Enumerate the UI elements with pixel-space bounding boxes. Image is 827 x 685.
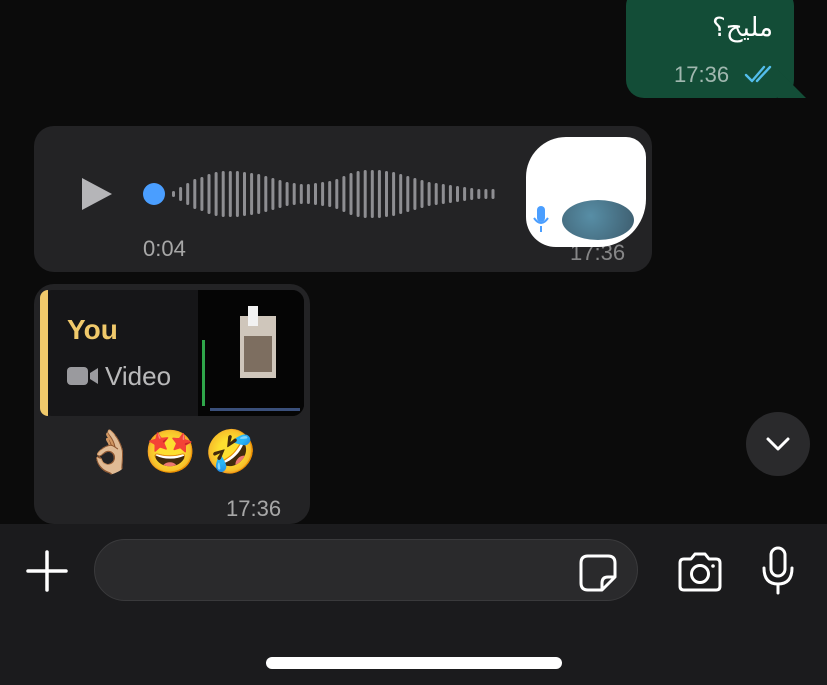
waveform-bar	[299, 184, 303, 204]
waveform-bar	[363, 170, 367, 218]
scroll-to-bottom-button[interactable]	[746, 412, 810, 476]
waveform-bar	[179, 187, 183, 201]
waveform-bar	[285, 182, 289, 206]
waveform-bar	[278, 180, 282, 208]
waveform-bar	[484, 189, 488, 199]
home-indicator[interactable]	[266, 657, 562, 669]
waveform-bar	[306, 184, 310, 204]
message-input[interactable]	[94, 539, 638, 601]
waveform-bar	[392, 172, 396, 216]
waveform-bar	[342, 176, 346, 212]
microphone-icon[interactable]	[760, 546, 796, 596]
waveform-bar	[491, 189, 495, 199]
reply-message-time: 17:36	[226, 496, 282, 521]
quote-accent-bar	[40, 290, 48, 416]
waveform-bar	[456, 186, 459, 202]
waveform-bar	[314, 183, 317, 205]
quoted-sender-name: You	[67, 314, 118, 345]
waveform-bar	[172, 191, 175, 197]
reply-message-text: 👌🏼🤩🤣	[84, 428, 265, 475]
quoted-message-type: Video	[105, 361, 172, 391]
waveform-bar	[470, 188, 474, 200]
waveform-bar	[328, 181, 332, 207]
outgoing-message-text: مليح؟	[712, 12, 773, 42]
waveform-bar	[356, 171, 360, 217]
chevron-down-icon	[766, 437, 790, 451]
outgoing-bubble-tail	[778, 70, 806, 98]
waveform-bar	[250, 173, 254, 215]
waveform-bar	[221, 171, 225, 217]
waveform-bar	[200, 177, 204, 211]
sender-avatar-photo	[562, 200, 634, 240]
waveform-bar	[335, 179, 339, 209]
voice-message-time: 17:36	[570, 240, 626, 265]
waveform-bar	[321, 182, 325, 206]
waveform-bar	[243, 172, 246, 216]
waveform-bar	[427, 182, 431, 206]
waveform-bar	[385, 171, 388, 217]
waveform-bar	[399, 174, 403, 214]
plus-icon[interactable]	[26, 550, 68, 592]
waveform-bar	[186, 183, 190, 205]
waveform-bar	[349, 173, 353, 215]
waveform-bar	[406, 176, 410, 212]
waveform-bar	[420, 180, 424, 208]
voice-playhead	[143, 183, 165, 205]
waveform-bar	[214, 172, 218, 216]
waveform-bar	[434, 183, 438, 205]
play-icon[interactable]	[80, 176, 114, 212]
waveform-bar	[477, 189, 481, 199]
waveform-bar	[264, 176, 268, 212]
waveform-bar	[413, 178, 417, 210]
waveform-bar	[370, 170, 374, 218]
waveform-bar	[441, 184, 445, 204]
outgoing-message-time: 17:36	[674, 62, 730, 87]
double-check-read-icon	[744, 65, 772, 83]
voice-waveform[interactable]	[142, 166, 504, 222]
waveform-bar	[228, 171, 232, 217]
waveform-bar	[257, 174, 261, 214]
waveform-bar	[377, 170, 381, 218]
video-camera-icon	[67, 367, 98, 385]
waveform-bar	[193, 179, 197, 209]
waveform-bar	[271, 178, 275, 210]
voice-duration: 0:04	[143, 236, 186, 261]
sticker-icon[interactable]	[578, 553, 618, 593]
waveform-bar	[463, 187, 467, 201]
waveform-bar	[207, 174, 211, 214]
waveform-bar	[235, 171, 239, 217]
waveform-bar	[448, 185, 452, 203]
camera-icon[interactable]	[676, 551, 724, 593]
voice-mic-badge-icon	[533, 206, 549, 232]
quoted-video-thumbnail[interactable]	[198, 290, 304, 416]
waveform-bar	[292, 183, 296, 205]
